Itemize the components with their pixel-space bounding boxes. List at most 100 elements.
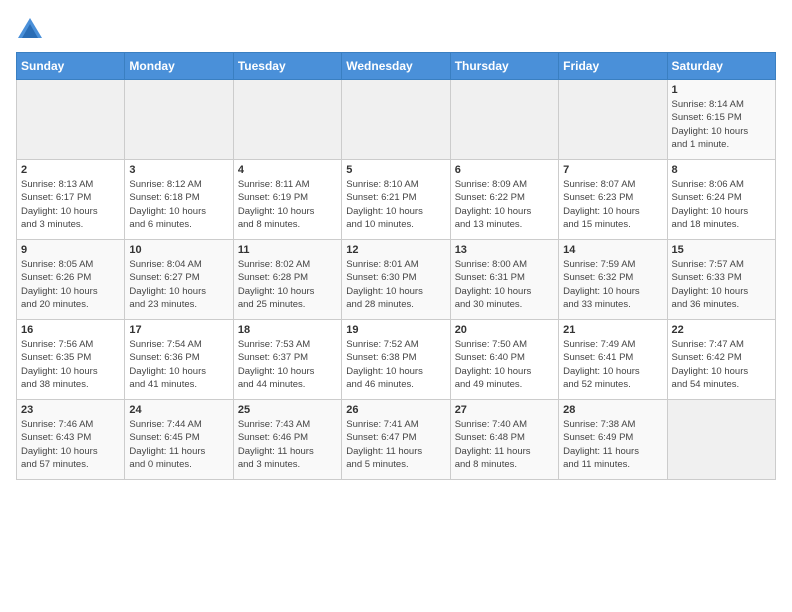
day-number: 14 xyxy=(563,244,662,256)
day-info: Sunrise: 7:43 AM Sunset: 6:46 PM Dayligh… xyxy=(238,418,337,471)
day-info: Sunrise: 8:10 AM Sunset: 6:21 PM Dayligh… xyxy=(346,178,445,231)
day-info: Sunrise: 7:59 AM Sunset: 6:32 PM Dayligh… xyxy=(563,258,662,311)
day-info: Sunrise: 8:05 AM Sunset: 6:26 PM Dayligh… xyxy=(21,258,120,311)
calendar-cell: 20 Sunrise: 7:50 AM Sunset: 6:40 PM Dayli… xyxy=(450,320,558,400)
day-info: Sunrise: 8:12 AM Sunset: 6:18 PM Dayligh… xyxy=(129,178,228,231)
calendar-cell xyxy=(17,80,125,160)
day-number: 20 xyxy=(455,324,554,336)
calendar-table: SundayMondayTuesdayWednesdayThursdayFrid… xyxy=(16,52,776,480)
day-header-wednesday: Wednesday xyxy=(342,53,450,80)
calendar-week-row: 16 Sunrise: 7:56 AM Sunset: 6:35 PM Dayli… xyxy=(17,320,776,400)
day-number: 3 xyxy=(129,164,228,176)
day-header-saturday: Saturday xyxy=(667,53,775,80)
calendar-cell: 26 Sunrise: 7:41 AM Sunset: 6:47 PM Dayli… xyxy=(342,400,450,480)
day-info: Sunrise: 7:57 AM Sunset: 6:33 PM Dayligh… xyxy=(672,258,771,311)
calendar-cell xyxy=(667,400,775,480)
day-number: 13 xyxy=(455,244,554,256)
calendar-cell: 1 Sunrise: 8:14 AM Sunset: 6:15 PM Daylig… xyxy=(667,80,775,160)
day-info: Sunrise: 8:09 AM Sunset: 6:22 PM Dayligh… xyxy=(455,178,554,231)
calendar-cell: 4 Sunrise: 8:11 AM Sunset: 6:19 PM Daylig… xyxy=(233,160,341,240)
day-info: Sunrise: 7:56 AM Sunset: 6:35 PM Dayligh… xyxy=(21,338,120,391)
day-info: Sunrise: 7:49 AM Sunset: 6:41 PM Dayligh… xyxy=(563,338,662,391)
day-info: Sunrise: 7:44 AM Sunset: 6:45 PM Dayligh… xyxy=(129,418,228,471)
calendar-cell: 22 Sunrise: 7:47 AM Sunset: 6:42 PM Dayli… xyxy=(667,320,775,400)
day-number: 24 xyxy=(129,404,228,416)
day-number: 5 xyxy=(346,164,445,176)
calendar-cell: 9 Sunrise: 8:05 AM Sunset: 6:26 PM Daylig… xyxy=(17,240,125,320)
calendar-header-row: SundayMondayTuesdayWednesdayThursdayFrid… xyxy=(17,53,776,80)
day-info: Sunrise: 7:41 AM Sunset: 6:47 PM Dayligh… xyxy=(346,418,445,471)
calendar-cell: 17 Sunrise: 7:54 AM Sunset: 6:36 PM Dayli… xyxy=(125,320,233,400)
day-header-tuesday: Tuesday xyxy=(233,53,341,80)
day-info: Sunrise: 8:14 AM Sunset: 6:15 PM Dayligh… xyxy=(672,98,771,151)
logo xyxy=(16,16,48,44)
day-number: 19 xyxy=(346,324,445,336)
day-info: Sunrise: 7:47 AM Sunset: 6:42 PM Dayligh… xyxy=(672,338,771,391)
calendar-week-row: 2 Sunrise: 8:13 AM Sunset: 6:17 PM Daylig… xyxy=(17,160,776,240)
day-info: Sunrise: 7:54 AM Sunset: 6:36 PM Dayligh… xyxy=(129,338,228,391)
calendar-week-row: 9 Sunrise: 8:05 AM Sunset: 6:26 PM Daylig… xyxy=(17,240,776,320)
day-info: Sunrise: 8:07 AM Sunset: 6:23 PM Dayligh… xyxy=(563,178,662,231)
calendar-cell: 18 Sunrise: 7:53 AM Sunset: 6:37 PM Dayli… xyxy=(233,320,341,400)
day-header-sunday: Sunday xyxy=(17,53,125,80)
day-number: 6 xyxy=(455,164,554,176)
calendar-cell: 28 Sunrise: 7:38 AM Sunset: 6:49 PM Dayli… xyxy=(559,400,667,480)
day-number: 10 xyxy=(129,244,228,256)
calendar-cell xyxy=(125,80,233,160)
day-info: Sunrise: 8:13 AM Sunset: 6:17 PM Dayligh… xyxy=(21,178,120,231)
day-number: 21 xyxy=(563,324,662,336)
day-number: 18 xyxy=(238,324,337,336)
calendar-cell: 10Sunrise: 8:04 AM Sunset: 6:27 PM Dayli… xyxy=(125,240,233,320)
page-header xyxy=(16,16,776,44)
calendar-cell: 16 Sunrise: 7:56 AM Sunset: 6:35 PM Dayli… xyxy=(17,320,125,400)
calendar-cell: 3 Sunrise: 8:12 AM Sunset: 6:18 PM Daylig… xyxy=(125,160,233,240)
day-info: Sunrise: 7:50 AM Sunset: 6:40 PM Dayligh… xyxy=(455,338,554,391)
day-number: 16 xyxy=(21,324,120,336)
day-info: Sunrise: 7:38 AM Sunset: 6:49 PM Dayligh… xyxy=(563,418,662,471)
day-number: 17 xyxy=(129,324,228,336)
calendar-cell xyxy=(342,80,450,160)
day-info: Sunrise: 7:52 AM Sunset: 6:38 PM Dayligh… xyxy=(346,338,445,391)
calendar-cell: 27Sunrise: 7:40 AM Sunset: 6:48 PM Dayli… xyxy=(450,400,558,480)
day-info: Sunrise: 8:06 AM Sunset: 6:24 PM Dayligh… xyxy=(672,178,771,231)
day-number: 22 xyxy=(672,324,771,336)
day-number: 4 xyxy=(238,164,337,176)
calendar-cell: 19 Sunrise: 7:52 AM Sunset: 6:38 PM Dayli… xyxy=(342,320,450,400)
day-number: 2 xyxy=(21,164,120,176)
day-number: 8 xyxy=(672,164,771,176)
day-number: 25 xyxy=(238,404,337,416)
calendar-cell: 14 Sunrise: 7:59 AM Sunset: 6:32 PM Dayli… xyxy=(559,240,667,320)
calendar-cell xyxy=(559,80,667,160)
day-number: 9 xyxy=(21,244,120,256)
logo-icon xyxy=(16,16,44,44)
day-info: Sunrise: 8:01 AM Sunset: 6:30 PM Dayligh… xyxy=(346,258,445,311)
calendar-cell xyxy=(233,80,341,160)
day-header-friday: Friday xyxy=(559,53,667,80)
day-info: Sunrise: 8:02 AM Sunset: 6:28 PM Dayligh… xyxy=(238,258,337,311)
day-header-monday: Monday xyxy=(125,53,233,80)
day-number: 23 xyxy=(21,404,120,416)
day-number: 28 xyxy=(563,404,662,416)
calendar-cell: 5 Sunrise: 8:10 AM Sunset: 6:21 PM Daylig… xyxy=(342,160,450,240)
calendar-cell xyxy=(450,80,558,160)
calendar-cell: 12 Sunrise: 8:01 AM Sunset: 6:30 PM Dayli… xyxy=(342,240,450,320)
day-number: 1 xyxy=(672,84,771,96)
calendar-cell: 24 Sunrise: 7:44 AM Sunset: 6:45 PM Dayli… xyxy=(125,400,233,480)
calendar-cell: 2 Sunrise: 8:13 AM Sunset: 6:17 PM Daylig… xyxy=(17,160,125,240)
day-info: Sunrise: 7:53 AM Sunset: 6:37 PM Dayligh… xyxy=(238,338,337,391)
day-info: Sunrise: 8:00 AM Sunset: 6:31 PM Dayligh… xyxy=(455,258,554,311)
day-info: Sunrise: 7:46 AM Sunset: 6:43 PM Dayligh… xyxy=(21,418,120,471)
day-number: 15 xyxy=(672,244,771,256)
calendar-cell: 8 Sunrise: 8:06 AM Sunset: 6:24 PM Daylig… xyxy=(667,160,775,240)
calendar-week-row: 1 Sunrise: 8:14 AM Sunset: 6:15 PM Daylig… xyxy=(17,80,776,160)
calendar-cell: 21 Sunrise: 7:49 AM Sunset: 6:41 PM Dayli… xyxy=(559,320,667,400)
day-number: 27 xyxy=(455,404,554,416)
calendar-cell: 13 Sunrise: 8:00 AM Sunset: 6:31 PM Dayli… xyxy=(450,240,558,320)
day-number: 26 xyxy=(346,404,445,416)
day-number: 12 xyxy=(346,244,445,256)
calendar-week-row: 23 Sunrise: 7:46 AM Sunset: 6:43 PM Dayli… xyxy=(17,400,776,480)
calendar-cell: 15 Sunrise: 7:57 AM Sunset: 6:33 PM Dayli… xyxy=(667,240,775,320)
day-number: 7 xyxy=(563,164,662,176)
day-info: Sunrise: 8:11 AM Sunset: 6:19 PM Dayligh… xyxy=(238,178,337,231)
calendar-cell: 25 Sunrise: 7:43 AM Sunset: 6:46 PM Dayli… xyxy=(233,400,341,480)
